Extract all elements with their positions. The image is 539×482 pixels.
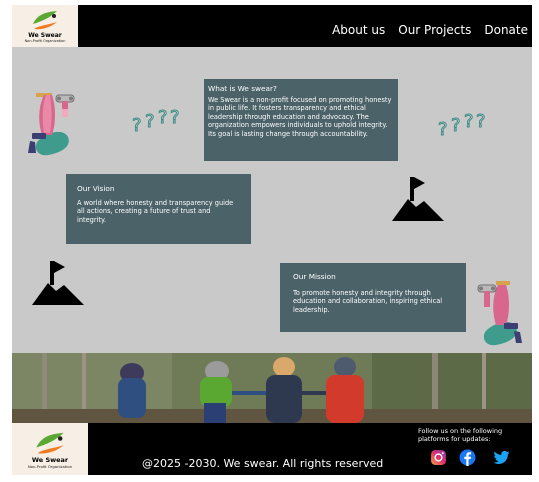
header-logo-brand: We Swear — [28, 32, 62, 39]
twitter-icon[interactable] — [493, 449, 510, 466]
svg-text:?: ? — [170, 107, 180, 128]
logo-mark-icon — [33, 11, 57, 30]
about-title: What is We swear? — [208, 84, 277, 93]
svg-text:?: ? — [438, 119, 448, 139]
mission-text: To promote honesty and integrity through… — [293, 289, 443, 314]
nav-about-us[interactable]: About us — [332, 23, 385, 37]
logo-mark-icon — [36, 432, 64, 453]
nav-our-projects[interactable]: Our Projects — [398, 23, 471, 37]
mountain-flag-icon — [32, 261, 84, 305]
svg-text:?: ? — [158, 107, 168, 128]
footer-logo-brand: We Swear — [31, 455, 69, 464]
children-forest-photo — [12, 353, 532, 423]
svg-text:?: ? — [132, 115, 142, 135]
binoculars-person-illustration — [477, 281, 522, 346]
svg-text:?: ? — [451, 115, 461, 136]
vision-card: Our Vision A world where honesty and tra… — [66, 174, 251, 244]
mission-card: Our Mission To promote honesty and integ… — [280, 263, 466, 332]
mission-title: Our Mission — [293, 272, 336, 281]
header-logo-subtitle: Non-Profit Organization — [24, 39, 66, 43]
header-logo[interactable]: We Swear Non-Profit Organization — [12, 5, 78, 47]
nav-donate[interactable]: Donate — [484, 23, 528, 37]
svg-text:?: ? — [476, 111, 486, 132]
main-nav: About us Our Projects Donate — [332, 23, 528, 37]
page-frame: We Swear Non-Profit Organization About u… — [12, 5, 532, 475]
vision-title: Our Vision — [77, 184, 115, 193]
mountain-flag-icon — [392, 177, 444, 221]
vision-text: A world where honesty and transparency g… — [77, 199, 234, 224]
site-footer: We Swear Non-Profit Organization @2025 -… — [12, 423, 532, 475]
svg-text:?: ? — [145, 111, 155, 132]
svg-text:?: ? — [464, 111, 474, 132]
site-header: We Swear Non-Profit Organization About u… — [12, 5, 532, 47]
about-text: We Swear is a non-profit focused on prom… — [208, 96, 392, 138]
instagram-icon[interactable] — [430, 449, 447, 466]
question-marks-icon: ? ? ? ? — [132, 107, 180, 136]
copyright-text: @2025 -2030. We swear. All rights reserv… — [142, 457, 384, 470]
question-marks-icon: ? ? ? ? — [438, 111, 486, 140]
binoculars-person-illustration — [28, 93, 75, 156]
facebook-icon[interactable] — [459, 449, 476, 466]
footer-logo-subtitle: Non-Profit Organization — [27, 463, 73, 469]
follow-us-text: Follow us on the following platforms for… — [418, 427, 503, 443]
footer-logo[interactable]: We Swear Non-Profit Organization — [12, 423, 88, 475]
about-card: What is We swear? We Swear is a non-prof… — [204, 79, 398, 161]
